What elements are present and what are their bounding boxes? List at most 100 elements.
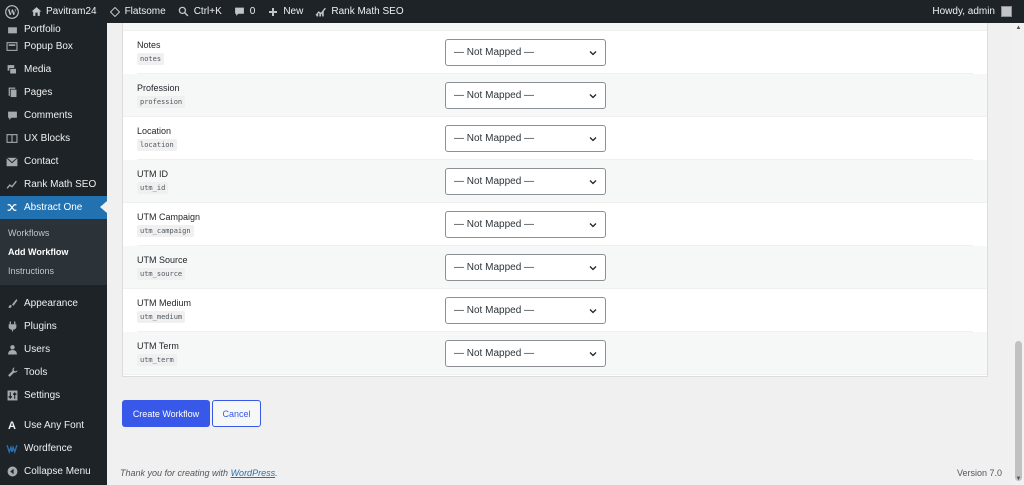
select-value: — Not Mapped —	[454, 218, 535, 230]
page-scrollbar[interactable]: ▲ ▼	[1013, 23, 1024, 485]
sidebar-item-users[interactable]: Users	[0, 338, 107, 361]
sidebar-item-ux-blocks[interactable]: UX Blocks	[0, 127, 107, 150]
sidebar-item-label: Collapse Menu	[24, 466, 91, 477]
submenu-item-workflows[interactable]: Workflows	[0, 223, 107, 242]
command-palette-button[interactable]: Ctrl+K	[172, 0, 228, 23]
sidebar-item-portfolio[interactable]: Portfolio	[0, 23, 107, 35]
field-mapping-select[interactable]: — Not Mapped —	[445, 296, 606, 324]
select-value: — Not Mapped —	[454, 46, 535, 58]
theme-name: Flatsome	[124, 6, 166, 17]
scroll-up-arrow-icon[interactable]: ▲	[1015, 25, 1022, 32]
sidebar-item-comments[interactable]: Comments	[0, 104, 107, 127]
sidebar-item-tools[interactable]: Tools	[0, 361, 107, 384]
sidebar-item-label: Plugins	[24, 321, 57, 332]
sidebar-item-plugins[interactable]: Plugins	[0, 315, 107, 338]
field-key: profession	[137, 96, 186, 108]
plus-icon	[267, 6, 279, 18]
sidebar-item-use-any-font[interactable]: A Use Any Font	[0, 414, 107, 437]
scroll-thumb[interactable]	[1015, 341, 1022, 481]
sidebar-item-appearance[interactable]: Appearance	[0, 292, 107, 315]
theme-link[interactable]: Flatsome	[103, 0, 172, 23]
sidebar-item-label: Users	[24, 344, 51, 355]
comments-count: 0	[249, 6, 256, 17]
plugin-icon	[6, 321, 18, 333]
popup-icon	[6, 41, 18, 53]
field-info: UTM Medium utm_medium	[137, 297, 445, 323]
field-info: Notes notes	[137, 39, 445, 65]
home-icon	[30, 6, 42, 18]
field-mapping-select[interactable]: — Not Mapped —	[445, 38, 606, 66]
diamond-icon	[109, 6, 121, 18]
sidebar-item-rank-math[interactable]: Rank Math SEO	[0, 173, 107, 196]
greeting: Howdy, admin	[932, 6, 995, 17]
sidebar-item-settings[interactable]: Settings	[0, 384, 107, 407]
wordpress-logo-icon[interactable]: W	[0, 0, 24, 23]
cancel-button[interactable]: Cancel	[212, 400, 261, 427]
field-label: Profession	[137, 83, 180, 93]
field-mapping-select[interactable]: — Not Mapped —	[445, 339, 606, 367]
submenu-item-instructions[interactable]: Instructions	[0, 261, 107, 280]
avatar	[1001, 6, 1012, 17]
shuffle-icon	[6, 202, 18, 214]
menu-separator	[0, 285, 107, 292]
field-label: Location	[137, 126, 172, 136]
field-mapping-select[interactable]: — Not Mapped —	[445, 253, 606, 281]
field-mapping-select[interactable]: — Not Mapped —	[445, 81, 606, 109]
sidebar-item-wordfence[interactable]: Wordfence	[0, 437, 107, 460]
collapse-menu-button[interactable]: Collapse Menu	[0, 460, 107, 483]
chevron-down-icon	[589, 222, 597, 227]
select-value: — Not Mapped —	[454, 304, 535, 316]
sidebar-item-label: Contact	[24, 156, 59, 167]
shortcut-label: Ctrl+K	[193, 6, 222, 17]
mapping-row: UTM Campaign utm_campaign — Not Mapped —	[137, 203, 973, 246]
scroll-down-arrow-icon[interactable]: ▼	[1015, 476, 1022, 483]
submenu-item-add-workflow[interactable]: Add Workflow	[0, 242, 107, 261]
sidebar-item-label: Popup Box	[24, 41, 73, 52]
sidebar-item-label: Appearance	[24, 298, 78, 309]
wordpress-link[interactable]: WordPress	[231, 468, 276, 478]
field-label: Notes	[137, 40, 161, 50]
main-content: Notes notes — Not Mapped — Profession profes…	[107, 23, 1013, 485]
select-value: — Not Mapped —	[454, 347, 535, 359]
comments-link[interactable]: 0	[228, 0, 262, 23]
sidebar-item-label: Media	[24, 64, 52, 75]
field-label: UTM Campaign	[137, 212, 201, 222]
field-mapping-select[interactable]: — Not Mapped —	[445, 124, 606, 152]
chevron-down-icon	[589, 265, 597, 270]
field-info: UTM Source utm_source	[137, 254, 445, 280]
field-key: utm_source	[137, 268, 186, 280]
sidebar-item-label: Pages	[24, 87, 53, 98]
wrench-icon	[6, 367, 18, 379]
rank-math-link[interactable]: Rank Math SEO	[309, 0, 409, 23]
field-key: utm_campaign	[137, 225, 194, 237]
sidebar-item-media[interactable]: Media	[0, 58, 107, 81]
media-icon	[6, 64, 18, 76]
sidebar-item-label: Tools	[24, 367, 48, 378]
field-mapping-select[interactable]: — Not Mapped —	[445, 210, 606, 238]
field-label: UTM Medium	[137, 298, 192, 308]
panel-top-strip	[123, 23, 987, 31]
menu-separator	[0, 407, 107, 414]
ux-blocks-icon	[6, 133, 18, 145]
collapse-icon	[6, 466, 18, 478]
site-name-link[interactable]: Pavitram24	[24, 0, 103, 23]
rank-math-icon	[315, 6, 327, 18]
select-value: — Not Mapped —	[454, 175, 535, 187]
field-mapping-select[interactable]: — Not Mapped —	[445, 167, 606, 195]
mapping-row: Notes notes — Not Mapped —	[137, 31, 973, 74]
field-info: UTM Term utm_term	[137, 340, 445, 366]
user-menu[interactable]: Howdy, admin	[926, 0, 1024, 23]
wordfence-icon	[6, 443, 18, 455]
mapping-row: Profession profession — Not Mapped —	[123, 74, 987, 117]
sidebar-item-abstract-one[interactable]: Abstract One	[0, 196, 107, 219]
sidebar-item-contact[interactable]: Contact	[0, 150, 107, 173]
sidebar-item-label: Abstract One	[24, 202, 83, 213]
sidebar-item-label: Wordfence	[24, 443, 73, 454]
sidebar-item-pages[interactable]: Pages	[0, 81, 107, 104]
new-content-link[interactable]: New	[261, 0, 309, 23]
sidebar-item-popup-box[interactable]: Popup Box	[0, 35, 107, 58]
mapping-row: UTM Source utm_source — Not Mapped —	[123, 246, 987, 289]
comment-bubble-icon	[234, 6, 246, 18]
field-mapping-panel: Notes notes — Not Mapped — Profession profes…	[122, 23, 988, 377]
create-workflow-button[interactable]: Create Workflow	[122, 400, 210, 427]
